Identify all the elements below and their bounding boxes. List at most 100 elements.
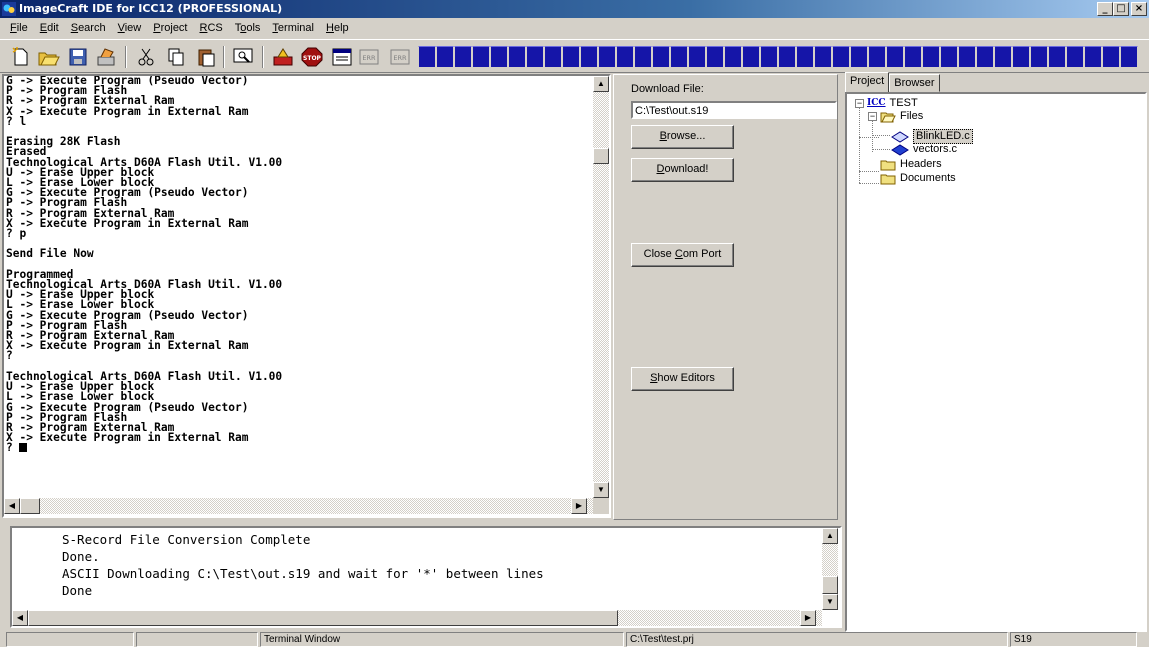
- terminal-output: G -> Execute Program (Pseudo Vector) P -…: [6, 76, 591, 496]
- toolbar-block: [778, 46, 796, 68]
- download-button[interactable]: Download!: [631, 158, 734, 182]
- scroll-down-arrow-icon[interactable]: ▼: [822, 594, 838, 610]
- project-options-icon[interactable]: [329, 45, 355, 69]
- error-prev-icon[interactable]: ERR: [356, 45, 382, 69]
- menu-edit[interactable]: Edit: [34, 19, 65, 38]
- scroll-thumb[interactable]: [20, 498, 40, 514]
- status-mode: S19: [1010, 632, 1137, 647]
- menu-tools[interactable]: Tools: [229, 19, 267, 38]
- minimize-button[interactable]: _: [1097, 2, 1113, 16]
- folder-icon: [880, 160, 896, 170]
- folder-icon: [880, 174, 896, 184]
- scroll-right-arrow-icon[interactable]: ▶: [800, 610, 816, 626]
- show-editors-button[interactable]: Show Editors: [631, 367, 734, 391]
- toolbar-block: [652, 46, 670, 68]
- output-text: S-Record File Conversion Complete Done. …: [62, 532, 544, 598]
- copy-icon[interactable]: [163, 45, 189, 69]
- find-icon[interactable]: [231, 45, 257, 69]
- scroll-left-arrow-icon[interactable]: ◀: [4, 498, 20, 514]
- menu-rcs[interactable]: RCS: [194, 19, 229, 38]
- toolbar-block: [490, 46, 508, 68]
- terminal-horizontal-scrollbar[interactable]: ◀ ▶: [4, 498, 593, 514]
- toolbar-block: [598, 46, 616, 68]
- collapse-files-icon[interactable]: −: [868, 112, 877, 121]
- err-label-2: ERR: [393, 54, 407, 62]
- toolbar-block-row: [418, 46, 1138, 68]
- toolbar-block: [850, 46, 868, 68]
- tab-browser[interactable]: Browser: [889, 74, 940, 92]
- toolbar-block: [796, 46, 814, 68]
- paste-icon[interactable]: [193, 45, 219, 69]
- toolbar-block: [508, 46, 526, 68]
- stop-icon[interactable]: STOP: [299, 45, 325, 69]
- toolbar-block: [688, 46, 706, 68]
- menu-search[interactable]: Search: [65, 19, 112, 38]
- toolbar-block: [922, 46, 940, 68]
- download-file-label: Download File:: [631, 83, 704, 95]
- collapse-test-icon[interactable]: −: [855, 99, 864, 108]
- icc-project-icon: ICC: [867, 98, 886, 108]
- maximize-button[interactable]: □: [1113, 2, 1129, 16]
- new-file-icon[interactable]: [8, 45, 34, 69]
- close-button[interactable]: ×: [1131, 2, 1147, 16]
- save-icon[interactable]: [65, 45, 91, 69]
- scroll-thumb[interactable]: [28, 610, 618, 626]
- tree-folder-headers[interactable]: Headers: [880, 158, 942, 171]
- toolbar-block: [724, 46, 742, 68]
- toolbar-block: [436, 46, 454, 68]
- toolbar-block: [1012, 46, 1030, 68]
- title-bar[interactable]: ImageCraft IDE for ICC12 (PROFESSIONAL) …: [0, 0, 1149, 18]
- scroll-thumb[interactable]: [822, 576, 838, 594]
- toolbar-block: [562, 46, 580, 68]
- toolbar-block: [868, 46, 886, 68]
- scroll-right-arrow-icon[interactable]: ▶: [571, 498, 587, 514]
- tab-project[interactable]: Project: [845, 72, 890, 93]
- scroll-up-arrow-icon[interactable]: ▲: [593, 76, 609, 92]
- menu-project[interactable]: Project: [147, 19, 193, 38]
- toolbar-block: [706, 46, 724, 68]
- err-label-1: ERR: [362, 54, 376, 62]
- scroll-up-arrow-icon[interactable]: ▲: [822, 528, 838, 544]
- download-file-input[interactable]: C:\Test\out.s19: [631, 101, 837, 119]
- tree-folder-documents[interactable]: Documents: [880, 172, 956, 185]
- output-horizontal-scrollbar[interactable]: ◀ ▶: [12, 610, 822, 626]
- output-window[interactable]: S-Record File Conversion Complete Done. …: [10, 526, 842, 628]
- close-com-port-button[interactable]: Close Com Port: [631, 243, 734, 267]
- error-next-icon[interactable]: ERR: [388, 46, 412, 68]
- browse-button[interactable]: Browse...: [631, 125, 734, 149]
- status-project-path: C:\Test\test.prj: [626, 632, 1008, 647]
- toolbar-block: [886, 46, 904, 68]
- toolbar-block: [976, 46, 994, 68]
- stop-label: STOP: [303, 55, 322, 62]
- terminal-window[interactable]: G -> Execute Program (Pseudo Vector) P -…: [2, 74, 611, 518]
- terminal-vertical-scrollbar[interactable]: ▲ ▼: [593, 76, 609, 498]
- tree-file-blinkled[interactable]: BlinkLED.c: [891, 129, 973, 144]
- scroll-down-arrow-icon[interactable]: ▼: [593, 482, 609, 498]
- cut-icon[interactable]: [133, 45, 159, 69]
- build-icon[interactable]: [270, 45, 296, 69]
- tree-root-test[interactable]: ICC TEST: [867, 97, 918, 110]
- menu-view[interactable]: View: [112, 19, 148, 38]
- toolbar-block: [454, 46, 472, 68]
- toolbar-block: [544, 46, 562, 68]
- menu-help[interactable]: Help: [320, 19, 355, 38]
- menu-terminal[interactable]: Terminal: [266, 19, 320, 38]
- project-tree[interactable]: − ICC TEST − Files BlinkLED.c vectors.c …: [845, 92, 1147, 632]
- window-controls: _ □ ×: [1097, 2, 1147, 16]
- toolbar-block: [1030, 46, 1048, 68]
- scroll-left-arrow-icon[interactable]: ◀: [12, 610, 28, 626]
- open-folder-icon[interactable]: [36, 45, 62, 69]
- window-title: ImageCraft IDE for ICC12 (PROFESSIONAL): [19, 2, 283, 15]
- toolbar-block: [1066, 46, 1084, 68]
- terminal-control-panel: Download File: C:\Test\out.s19 Browse...…: [613, 74, 838, 520]
- menu-bar: File Edit Search View Project RCS Tools …: [0, 19, 1149, 38]
- scroll-thumb[interactable]: [593, 148, 609, 164]
- status-cell-2: [136, 632, 258, 647]
- toolbar-block: [832, 46, 850, 68]
- output-vertical-scrollbar[interactable]: ▲ ▼: [822, 528, 838, 610]
- compile-icon[interactable]: [94, 45, 120, 69]
- menu-file[interactable]: File: [4, 19, 34, 38]
- tree-folder-files[interactable]: Files: [880, 110, 923, 123]
- toolbar-block: [904, 46, 922, 68]
- tree-file-vectors[interactable]: vectors.c: [891, 143, 957, 156]
